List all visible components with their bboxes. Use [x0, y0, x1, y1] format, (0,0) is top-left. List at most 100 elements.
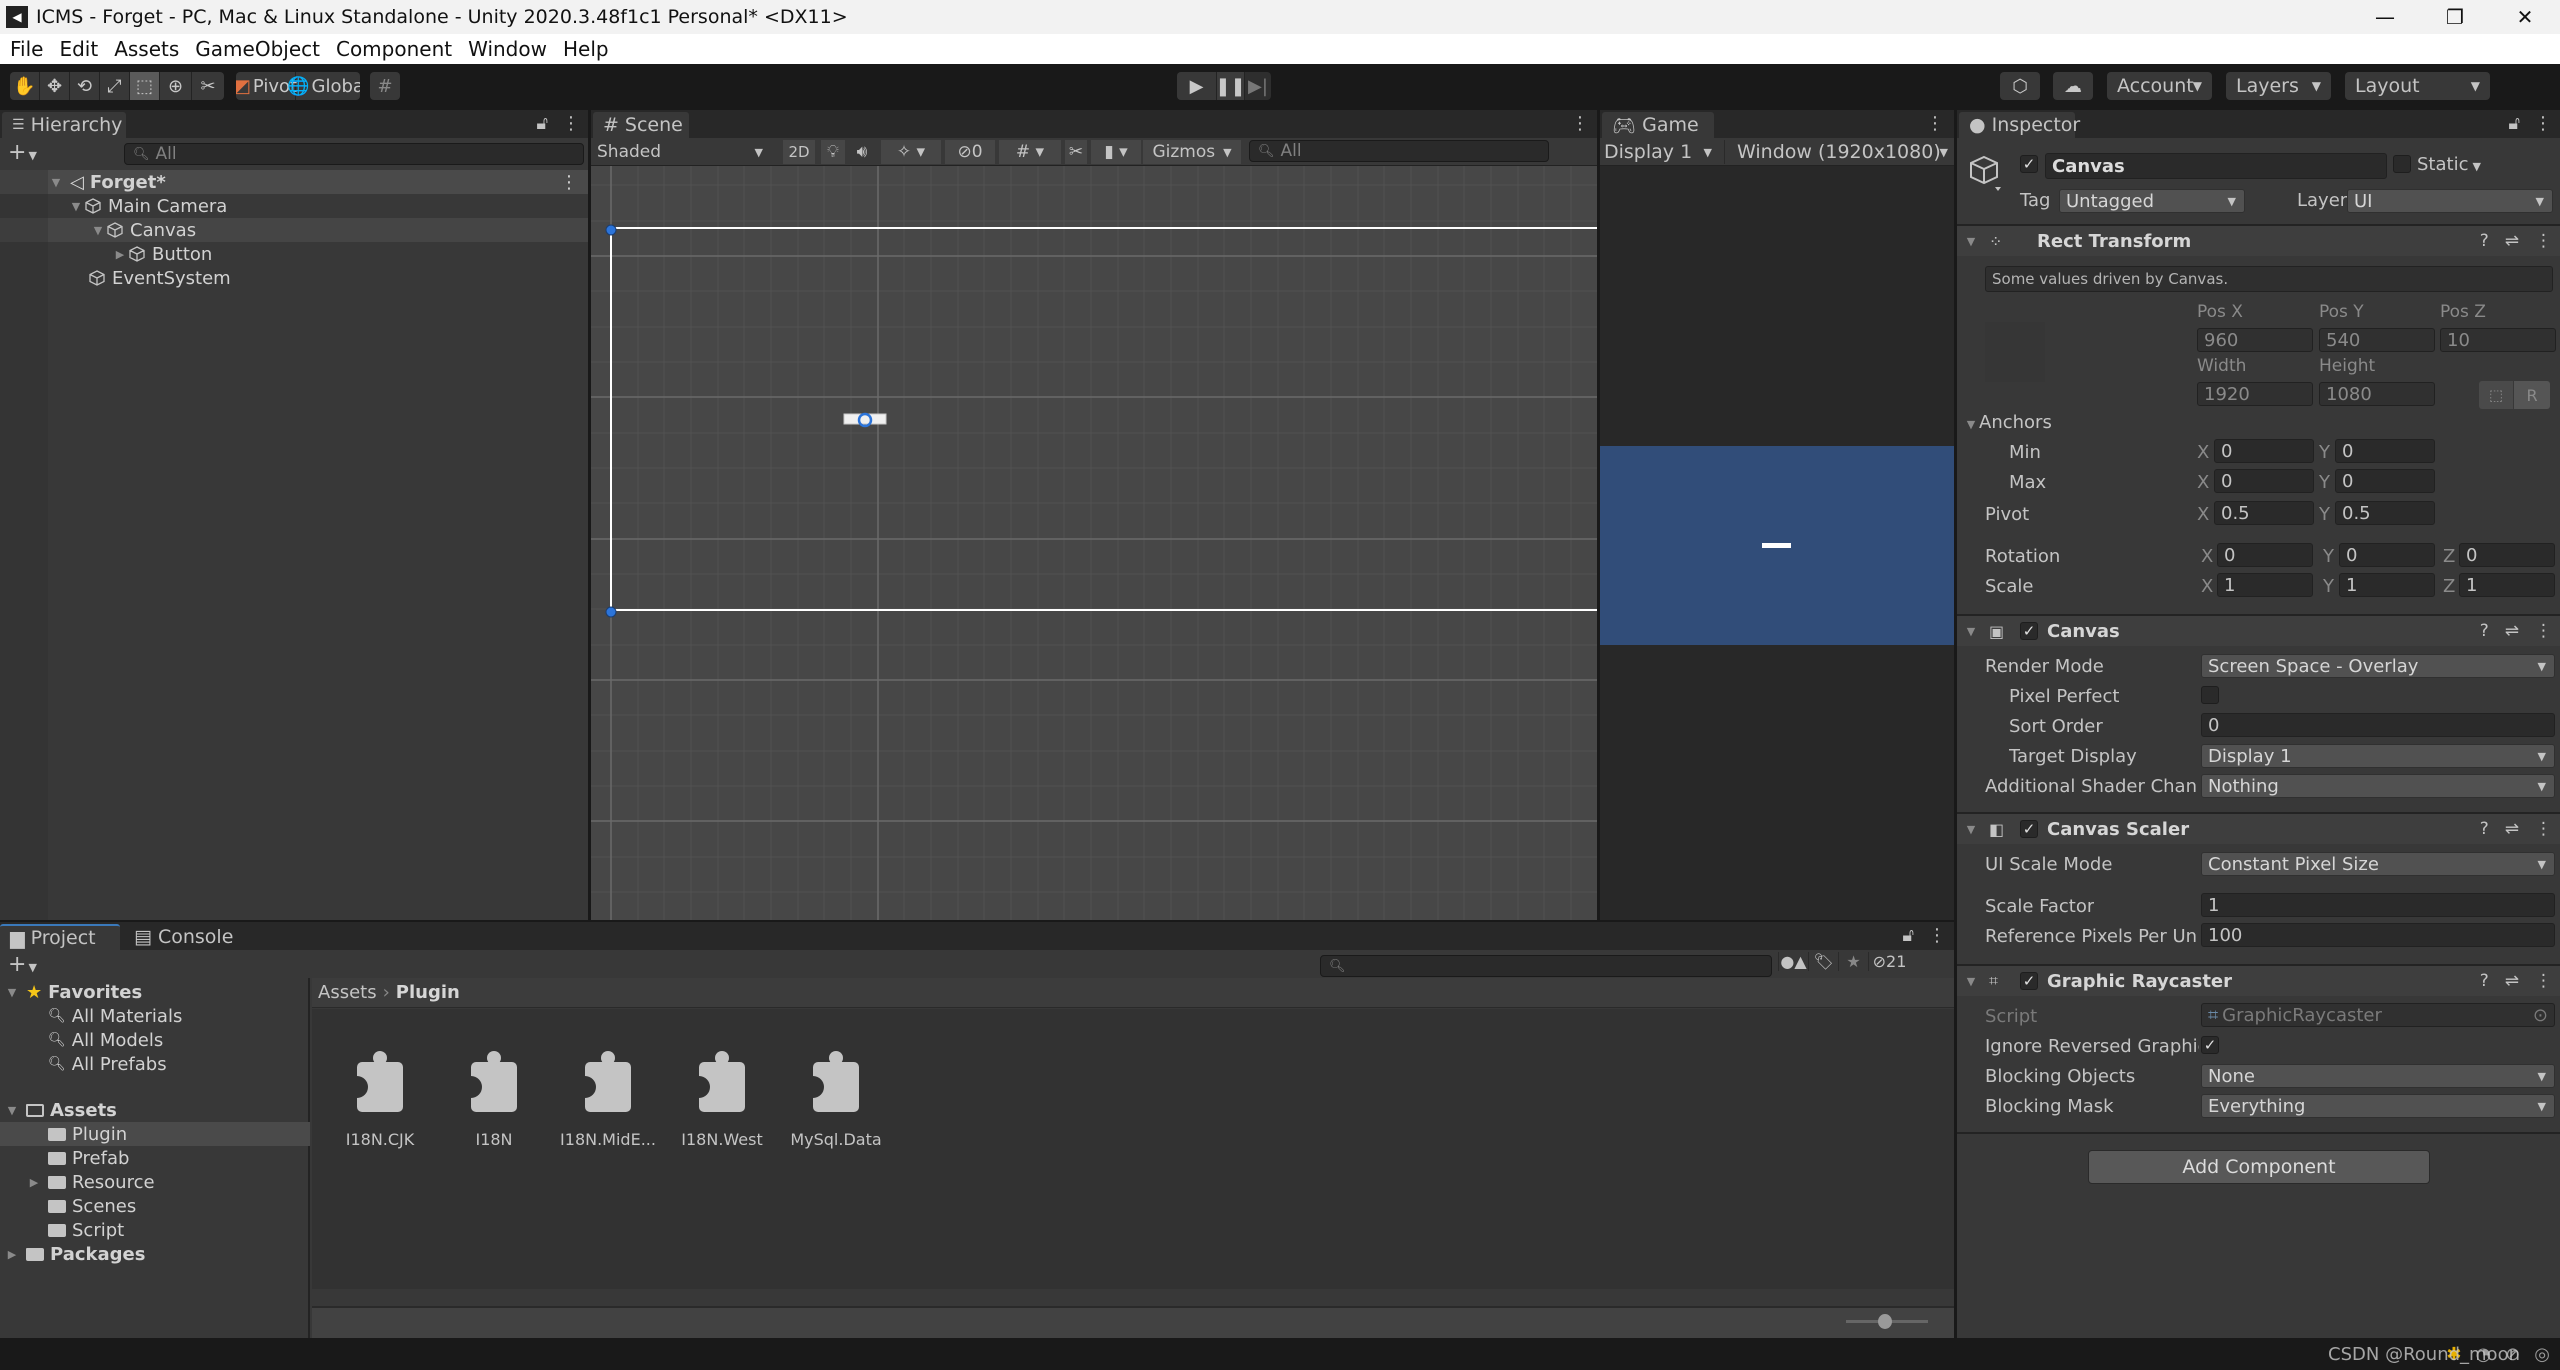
close-button[interactable]: ✕	[2490, 0, 2560, 34]
rotate-tool-icon[interactable]: ⟲	[70, 72, 100, 100]
blueprint-mode-button[interactable]: ⬚	[2479, 381, 2513, 409]
pivot-y-field[interactable]: 0.5	[2335, 501, 2435, 525]
add-component-button[interactable]: Add Component	[2088, 1150, 2430, 1184]
hidden-objects-toggle[interactable]: ⊘ 0	[945, 140, 995, 164]
expand-arrow-icon[interactable]: ▼	[68, 200, 84, 213]
grid-snap-icon[interactable]: #	[370, 72, 400, 100]
menu-component[interactable]: Component	[336, 37, 452, 61]
tab-scene[interactable]: # Scene	[593, 112, 689, 138]
script-field[interactable]: ⌗ GraphicRaycaster ⊙	[2201, 1003, 2555, 1027]
collapse-arrow-icon[interactable]: ▶	[112, 248, 128, 261]
object-picker-icon[interactable]: ⊙	[2533, 1005, 2548, 1026]
folder-item[interactable]: Script	[0, 1218, 310, 1242]
asset-file[interactable]: I18N.MidE...	[558, 1050, 658, 1149]
active-checkbox[interactable]: ✓	[2020, 155, 2038, 173]
cloud-button[interactable]: ☁	[2053, 72, 2093, 100]
foldout-arrow-icon[interactable]: ▼	[1963, 235, 1979, 248]
rotation-x-field[interactable]: 0	[2217, 543, 2313, 567]
progress-icon[interactable]: ◎	[2534, 1344, 2550, 1365]
effects-dropdown-icon[interactable]: ✧ ▾	[881, 140, 941, 164]
raw-edit-button[interactable]: R	[2514, 381, 2550, 409]
2d-toggle[interactable]: 2D	[783, 140, 815, 164]
layout-dropdown[interactable]: Layout ▼	[2345, 72, 2490, 100]
menu-edit[interactable]: Edit	[59, 37, 98, 61]
component-menu-icon[interactable]: ⋮	[2535, 819, 2552, 839]
breadcrumb-assets[interactable]: Assets	[318, 982, 377, 1003]
create-button[interactable]: + ▼	[8, 140, 37, 165]
hierarchy-item[interactable]: ▶ Button	[0, 242, 588, 266]
pixel-perfect-checkbox[interactable]	[2201, 686, 2219, 704]
gizmos-dropdown[interactable]: Gizmos ▼	[1143, 140, 1241, 164]
presets-icon[interactable]: ⇌	[2505, 231, 2519, 251]
favorites-foldout[interactable]: ▼ ★ Favorites	[0, 980, 310, 1004]
scene-options-icon[interactable]: ⋮	[560, 172, 578, 193]
camera-dropdown-icon[interactable]: ▮ ▾	[1091, 140, 1141, 164]
canvas-scaler-header[interactable]: ▼ ◧ ✓ Canvas Scaler ? ⇌ ⋮	[1957, 812, 2560, 844]
canvas-component-header[interactable]: ▼ ▣ ✓ Canvas ? ⇌ ⋮	[1957, 614, 2560, 646]
graphic-raycaster-header[interactable]: ▼ ⌗ ✓ Graphic Raycaster ? ⇌ ⋮	[1957, 964, 2560, 996]
component-menu-icon[interactable]: ⋮	[2535, 621, 2552, 641]
render-mode-dropdown[interactable]: Screen Space - Overlay ▼	[2201, 654, 2555, 678]
anchors-foldout[interactable]: ▼ Anchors	[1963, 412, 2052, 433]
ignore-reversed-checkbox[interactable]: ✓	[2201, 1036, 2219, 1054]
asset-file[interactable]: I18N.CJK	[330, 1050, 430, 1149]
create-asset-button[interactable]: + ▼	[8, 952, 37, 977]
help-icon[interactable]: ?	[2480, 971, 2489, 991]
rect-tool-icon[interactable]: ⬚	[130, 72, 160, 100]
more-options-icon[interactable]: ⋮	[1928, 925, 1946, 946]
foldout-arrow-icon[interactable]: ▼	[1963, 625, 1979, 638]
pos-x-field[interactable]: 960	[2197, 328, 2313, 352]
width-field[interactable]: 1920	[2197, 382, 2313, 406]
static-dropdown[interactable]: Static ▼	[2417, 154, 2481, 175]
folder-item[interactable]: Scenes	[0, 1194, 310, 1218]
scale-z-field[interactable]: 1	[2459, 573, 2555, 597]
hierarchy-item-selected[interactable]: ▼ Canvas	[0, 218, 588, 242]
move-tool-icon[interactable]: ✥	[40, 72, 70, 100]
more-options-icon[interactable]: ⋮	[1926, 113, 1944, 134]
favorite-item[interactable]: 🔍︎ All Materials	[0, 1004, 310, 1028]
asset-file[interactable]: MySql.Data	[786, 1050, 886, 1149]
shader-channels-dropdown[interactable]: Nothing ▼	[2201, 774, 2555, 798]
blocking-objects-dropdown[interactable]: None ▼	[2201, 1064, 2555, 1088]
height-field[interactable]: 1080	[2319, 382, 2435, 406]
menu-assets[interactable]: Assets	[114, 37, 179, 61]
scale-y-field[interactable]: 1	[2339, 573, 2435, 597]
play-button[interactable]: ▶	[1177, 72, 1217, 100]
target-display-dropdown[interactable]: Display 1 ▼	[2201, 744, 2555, 768]
folder-item-selected[interactable]: Plugin	[0, 1122, 310, 1146]
presets-icon[interactable]: ⇌	[2505, 621, 2519, 641]
expand-arrow-icon[interactable]: ▶	[26, 1176, 42, 1189]
help-icon[interactable]: ?	[2480, 231, 2489, 251]
gameobject-icon[interactable]	[1969, 154, 2003, 192]
favorite-star-icon[interactable]: ★	[1838, 952, 1868, 971]
pos-y-field[interactable]: 540	[2319, 328, 2435, 352]
hierarchy-item[interactable]: ▼ Main Camera	[0, 194, 588, 218]
scale-tool-icon[interactable]: ⤢	[100, 72, 130, 100]
button-preview[interactable]	[843, 413, 887, 425]
tab-project[interactable]: ▆ Project	[0, 924, 120, 950]
rotation-y-field[interactable]: 0	[2339, 543, 2435, 567]
hierarchy-search-input[interactable]: 🔍︎ All	[124, 143, 584, 165]
asset-file[interactable]: I18N	[444, 1050, 544, 1149]
pos-z-field[interactable]: 10	[2440, 328, 2556, 352]
filter-by-label-icon[interactable]: 🏷︎	[1808, 952, 1838, 971]
expand-arrow-icon[interactable]: ▼	[48, 176, 64, 189]
folder-item[interactable]: Prefab	[0, 1146, 310, 1170]
maximize-button[interactable]: ❐	[2420, 0, 2490, 34]
breadcrumb-plugin[interactable]: Plugin	[396, 982, 460, 1003]
layer-dropdown[interactable]: UI ▼	[2347, 189, 2553, 213]
anchor-max-x-field[interactable]: 0	[2214, 469, 2314, 493]
more-options-icon[interactable]: ⋮	[562, 113, 580, 134]
canvas-scaler-enabled-checkbox[interactable]: ✓	[2020, 820, 2038, 838]
lighting-toggle-icon[interactable]: 💡︎	[821, 140, 845, 164]
filter-by-type-icon[interactable]: ●▲	[1778, 952, 1808, 971]
scale-factor-field[interactable]: 1	[2201, 893, 2555, 917]
component-menu-icon[interactable]: ⋮	[2535, 971, 2552, 991]
audio-toggle-icon[interactable]: 🔊︎	[847, 140, 877, 164]
icon-size-slider-thumb[interactable]	[1878, 1314, 1892, 1329]
lock-icon[interactable]: 🔓︎	[2508, 113, 2520, 134]
canvas-enabled-checkbox[interactable]: ✓	[2020, 622, 2038, 640]
static-checkbox[interactable]	[2393, 155, 2411, 173]
presets-icon[interactable]: ⇌	[2505, 819, 2519, 839]
scene-viewport[interactable]	[591, 166, 1597, 920]
